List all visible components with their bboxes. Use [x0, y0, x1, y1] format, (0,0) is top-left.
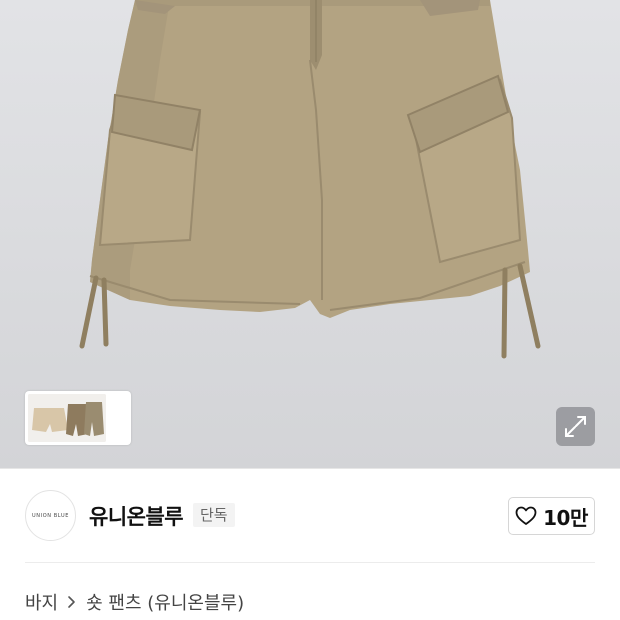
like-button[interactable]: 10만: [508, 497, 595, 535]
brand-name[interactable]: 유니온블루: [89, 501, 184, 531]
expand-button[interactable]: [556, 407, 595, 446]
thumbnail-image: [28, 394, 106, 442]
section-divider: [0, 468, 620, 469]
breadcrumb: 바지 숏 팬츠 (유니온블루): [25, 589, 244, 615]
product-image-area[interactable]: [0, 0, 620, 468]
heart-outline-icon: [515, 506, 537, 525]
like-count: 10만: [543, 505, 588, 530]
exclusive-badge: 단독: [193, 503, 235, 527]
content-divider: [25, 562, 595, 563]
thumbnail-strip[interactable]: [25, 391, 131, 445]
breadcrumb-item-subcategory[interactable]: 숏 팬츠 (유니온블루): [86, 589, 244, 615]
expand-icon: [565, 416, 586, 437]
chevron-right-icon: [67, 595, 77, 609]
breadcrumb-item-category[interactable]: 바지: [25, 589, 58, 615]
brand-logo-text: UNION BLUE: [32, 512, 69, 519]
brand-logo[interactable]: UNION BLUE: [25, 490, 76, 541]
